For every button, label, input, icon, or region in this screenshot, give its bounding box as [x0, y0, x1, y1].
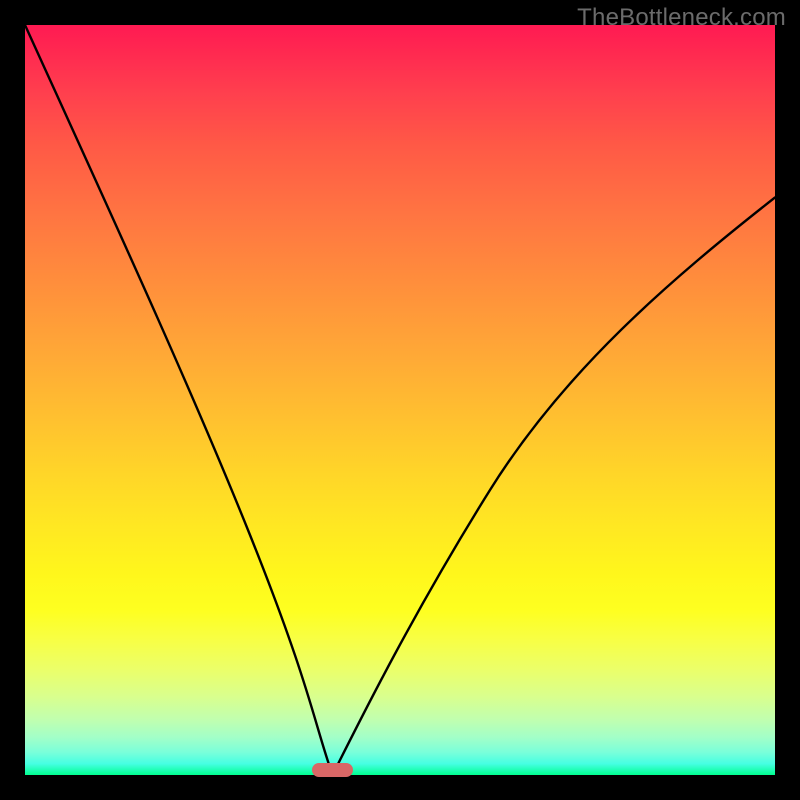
bottleneck-curve [25, 25, 775, 775]
watermark-text: TheBottleneck.com [577, 4, 786, 32]
chart-frame: TheBottleneck.com [0, 0, 800, 800]
optimal-range-marker [312, 763, 353, 777]
plot-area [25, 25, 775, 775]
